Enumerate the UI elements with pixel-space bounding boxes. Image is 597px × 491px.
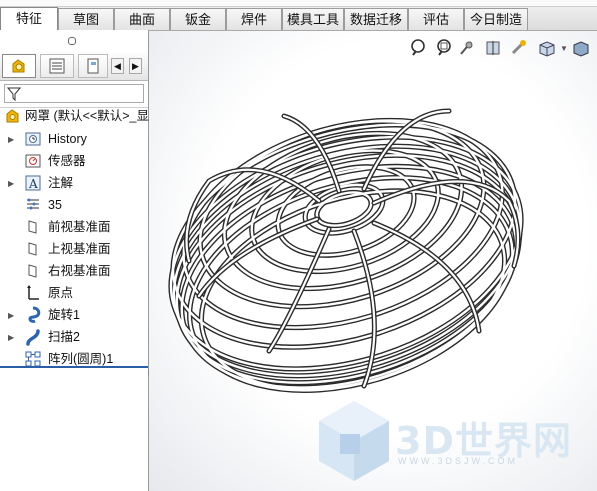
filter-input[interactable] (4, 84, 144, 103)
tree-item-revolve1[interactable]: ▶ 旋转1 (0, 305, 148, 326)
plane-icon (28, 242, 37, 256)
watermark-url: WWW.3DSJW.COM (398, 456, 518, 466)
revolve-icon (28, 306, 41, 323)
sweep-icon (26, 329, 40, 346)
tab-feature-tree[interactable] (2, 54, 36, 78)
toolbar-strip (0, 0, 597, 7)
expand-arrow-icon[interactable]: ▶ (8, 305, 14, 326)
annotation-icon: A (25, 175, 41, 191)
plane-icon (28, 264, 37, 278)
command-manager-tabbar: 特征 草图 曲面 钣金 焊件 模具工具 数据迁移 评估 今日制造 (0, 0, 597, 31)
tree-item-label: 上视基准面 (48, 242, 111, 256)
tab-sheet-metal[interactable]: 钣金 (170, 8, 226, 30)
expand-arrow-icon[interactable]: ▶ (8, 173, 14, 194)
tree-item-label: 原点 (48, 286, 74, 300)
filter-row (0, 81, 148, 108)
tab-features[interactable]: 特征 (0, 7, 58, 30)
tree-item-right-plane[interactable]: 右视基准面 (0, 261, 148, 282)
rollback-bar[interactable] (0, 366, 148, 368)
tab-evaluate[interactable]: 评估 (408, 8, 464, 30)
configuration-icon (87, 58, 99, 74)
tree-item-label: 右视基准面 (48, 264, 111, 278)
tree-item-label: 前视基准面 (48, 220, 111, 234)
tree-item-label: 扫描2 (48, 330, 80, 344)
tree-item-origin[interactable]: 原点 (0, 283, 148, 304)
tree-item-label: History (48, 132, 87, 146)
tree-item-annotations[interactable]: ▶ A 注解 (0, 173, 148, 194)
tree-item-history[interactable]: ▶ History (0, 129, 148, 150)
feature-manager-panel: ◀ ▶ 网罩 (默认<<默认>_显 ▶ History 传感器 ▶ A 注解 3… (0, 30, 149, 491)
part-icon (6, 109, 19, 123)
tree-root-label: 网罩 (默认<<默认>_显 (25, 109, 149, 123)
property-manager-icon (49, 58, 65, 74)
tree-item-sensors[interactable]: 传感器 (0, 151, 148, 172)
tab-configuration-manager[interactable] (78, 54, 108, 78)
panel-collapse-dot[interactable] (68, 37, 76, 45)
tree-item-material[interactable]: 35 (0, 195, 148, 216)
svg-text:A: A (28, 177, 38, 191)
tree-item-top-plane[interactable]: 上视基准面 (0, 239, 148, 260)
tree-item-label: 35 (48, 198, 62, 212)
scroll-right-arrow[interactable]: ▶ (129, 58, 142, 74)
history-folder-icon (25, 132, 41, 146)
expand-arrow-icon[interactable]: ▶ (8, 327, 14, 348)
origin-icon (27, 285, 39, 300)
tree-item-label: 旋转1 (48, 308, 80, 322)
material-icon (27, 198, 39, 210)
tree-root-part[interactable]: 网罩 (默认<<默认>_显 (0, 106, 149, 127)
plane-icon (28, 220, 37, 234)
sensor-icon (25, 154, 41, 168)
tab-weldments[interactable]: 焊件 (226, 8, 282, 30)
scroll-left-arrow[interactable]: ◀ (111, 58, 124, 74)
tree-item-label: 注解 (48, 176, 74, 190)
tab-data-migration[interactable]: 数据迁移 (344, 8, 408, 30)
expand-arrow-icon[interactable]: ▶ (8, 129, 14, 150)
tree-item-label: 传感器 (48, 154, 86, 168)
tab-make-today[interactable]: 今日制造 (464, 8, 528, 30)
tree-item-front-plane[interactable]: 前视基准面 (0, 217, 148, 238)
filter-funnel-icon (7, 87, 21, 102)
tab-property-manager[interactable] (40, 54, 74, 78)
tab-mold-tools[interactable]: 模具工具 (282, 8, 344, 30)
panel-header (0, 30, 148, 52)
tab-surfaces[interactable]: 曲面 (114, 8, 170, 30)
tree-item-sweep2[interactable]: ▶ 扫描2 (0, 327, 148, 348)
tab-sketch[interactable]: 草图 (58, 8, 114, 30)
watermark-cube-logo (319, 401, 389, 481)
panel-tabs: ◀ ▶ (0, 52, 148, 81)
feature-tree-icon (12, 59, 25, 73)
